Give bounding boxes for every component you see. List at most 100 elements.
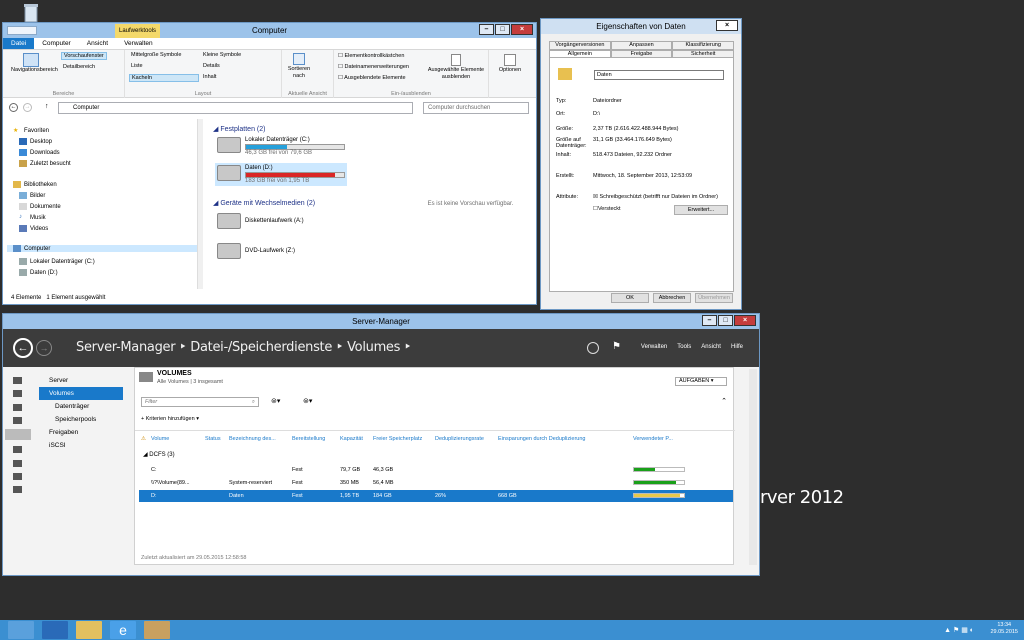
content-button[interactable]: Inhalt — [203, 74, 216, 80]
server-manager-taskbar-icon[interactable] — [42, 621, 68, 639]
forward-arrow-icon[interactable]: → — [36, 340, 52, 356]
tasks-dropdown[interactable]: AUFGABEN ▾ — [675, 377, 727, 386]
hide-selected-button[interactable]: Ausgewählte Elemente ausblenden — [426, 54, 486, 81]
search-input[interactable]: Computer durchsuchen — [423, 102, 529, 114]
nav-volumes[interactable]: Volumes — [39, 387, 123, 400]
nav-freigaben[interactable]: Freigaben — [39, 426, 123, 439]
print-icon[interactable] — [13, 460, 22, 467]
group-header-hdd[interactable]: ◢ Festplatten (2) — [213, 125, 265, 133]
list-view-icon[interactable]: ⊜▾ — [271, 397, 280, 405]
menu-tools[interactable]: Tools — [677, 344, 691, 350]
tab-verwalten[interactable]: Verwalten — [116, 38, 161, 49]
sm-breadcrumb[interactable]: Server-Manager ‣ Datei-/Speicherdienste … — [76, 340, 412, 355]
tab-datei[interactable]: Datei — [3, 38, 35, 49]
nav-data-d[interactable]: Daten (D:) — [19, 269, 58, 276]
volume-row[interactable]: \\?\Volume{89... System-reserviert Fest 350… — [139, 477, 733, 489]
extensions-toggle[interactable]: ☐ Dateinamenerweiterungen — [338, 64, 409, 70]
dashboard-icon[interactable] — [13, 377, 22, 384]
hidden-checkbox[interactable]: ☐ Versteckt — [593, 206, 621, 212]
tab-anpassen[interactable]: Anpassen — [610, 41, 673, 50]
back-arrow-icon[interactable]: ← — [13, 338, 33, 358]
small-icons-button[interactable]: Kleine Symbole — [203, 52, 241, 58]
recycle-bin-icon[interactable] — [20, 2, 42, 24]
nav-music[interactable]: ♪ Musik — [19, 214, 46, 221]
ad-icon[interactable] — [13, 417, 22, 424]
back-button[interactable]: ← — [9, 103, 18, 112]
nav-libraries[interactable]: Bibliotheken — [13, 181, 57, 188]
nav-favorites[interactable]: ★ Favoriten — [13, 127, 49, 135]
nav-recent[interactable]: Zuletzt besucht — [19, 160, 71, 167]
refresh-icon[interactable] — [587, 342, 599, 354]
group-view-icon[interactable]: ⊜▾ — [303, 397, 312, 405]
close-button[interactable]: × — [511, 24, 533, 35]
col-dedup-savings[interactable]: Einsparungen durch Deduplizierung — [498, 436, 585, 442]
filter-input[interactable]: Filter ⌕ — [141, 397, 259, 407]
tiles-button[interactable]: Kacheln — [129, 74, 199, 82]
sm-minimize-button[interactable]: – — [702, 315, 717, 326]
sort-button[interactable]: Sortieren nach — [286, 53, 312, 80]
properties-close-button[interactable]: × — [716, 20, 738, 31]
floppy-tile[interactable]: Diskettenlaufwerk (A:) — [217, 213, 304, 229]
nav-speicherpools[interactable]: Speicherpools — [39, 413, 123, 426]
tab-klassifizierung[interactable]: Klassifizierung — [672, 41, 735, 50]
all-servers-icon[interactable] — [13, 404, 22, 411]
apply-button[interactable]: Übernehmen — [695, 293, 733, 303]
tab-vorgaenger[interactable]: Vorgängerversionen — [549, 41, 611, 50]
rds-icon[interactable] — [13, 473, 22, 480]
advanced-button[interactable]: Erweitert... — [674, 205, 728, 215]
local-server-icon[interactable] — [13, 390, 22, 397]
tab-computer[interactable]: Computer — [34, 38, 79, 49]
volume-row[interactable]: D: Daten Fest 1,95 TB 184 GB 26% 668 GB — [139, 490, 733, 502]
minimize-button[interactable]: – — [479, 24, 494, 35]
nav-documents[interactable]: Dokumente — [19, 203, 61, 210]
cancel-button[interactable]: Abbrechen — [653, 293, 691, 303]
col-free-space[interactable]: Freier Speicherplatz — [373, 436, 422, 442]
nav-iscsi[interactable]: iSCSI — [39, 439, 123, 452]
volume-row[interactable]: C: Fest 79,7 GB 46,3 GB — [139, 464, 733, 476]
nav-computer[interactable]: Computer — [7, 245, 199, 252]
sm-close-button[interactable]: × — [734, 315, 756, 326]
nav-videos[interactable]: Videos — [19, 225, 48, 232]
col-provisioning[interactable]: Bereitstellung — [292, 436, 325, 442]
properties-titlebar[interactable]: Eigenschaften von Daten × — [541, 19, 741, 34]
options-button[interactable]: Optionen — [495, 54, 525, 73]
nav-scrollbar[interactable] — [197, 119, 203, 289]
tray-icons[interactable]: ▲ ⚑ ▦ ◐ — [944, 626, 974, 634]
explorer-taskbar-icon[interactable] — [76, 621, 102, 639]
file-services-icon[interactable] — [5, 429, 31, 440]
readonly-checkbox[interactable]: ☒ Schreibgeschützt (betrifft nur Dateien… — [593, 194, 718, 200]
ok-button[interactable]: OK — [611, 293, 649, 303]
nav-downloads[interactable]: Downloads — [19, 149, 60, 156]
dvd-tile[interactable]: DVD-Laufwerk (Z:) — [217, 243, 295, 259]
menu-verwalten[interactable]: Verwalten — [641, 344, 667, 350]
iis-icon[interactable] — [13, 446, 22, 453]
menu-ansicht[interactable]: Ansicht — [701, 344, 721, 350]
flag-icon[interactable]: ⚑ — [612, 341, 621, 352]
checkboxes-toggle[interactable]: ☐ Elementkontrollkästchen — [338, 53, 404, 59]
group-dcfs[interactable]: ◢ DCFS (3) — [143, 451, 175, 458]
col-dedup-rate[interactable]: Deduplizierungsrate — [435, 436, 484, 442]
col-volume[interactable]: Volume — [151, 436, 169, 442]
drive-c-tile[interactable]: Lokaler Datenträger (C:) 46,3 GB frei von… — [217, 137, 345, 156]
tools-taskbar-icon[interactable] — [144, 621, 170, 639]
nav-datentraeger[interactable]: Datenträger — [39, 400, 123, 413]
sm-titlebar[interactable]: Server-Manager – □ × — [3, 314, 759, 329]
ie-taskbar-icon[interactable]: e — [110, 621, 136, 639]
collapse-icon[interactable]: ⌃ — [721, 397, 727, 405]
nav-desktop[interactable]: Desktop — [19, 138, 52, 145]
menu-hilfe[interactable]: Hilfe — [731, 344, 743, 350]
preview-pane-button[interactable]: Vorschaufenster — [61, 52, 107, 60]
col-used-percent[interactable]: Verwendeter P... — [633, 436, 673, 442]
clock[interactable]: 13:34 29.05.2015 — [990, 622, 1018, 636]
mid-icons-button[interactable]: Mittelgroße Symbole — [131, 52, 181, 58]
nav-server[interactable]: Server — [39, 374, 123, 387]
forward-button[interactable]: → — [23, 103, 32, 112]
up-button[interactable]: ↑ — [45, 103, 49, 110]
add-criteria-button[interactable]: + Kriterien hinzufügen ▾ — [141, 416, 199, 422]
col-label[interactable]: Bezeichnung des... — [229, 436, 276, 442]
list-button[interactable]: Liste — [131, 63, 143, 69]
nav-local-c[interactable]: Lokaler Datenträger (C:) — [19, 258, 95, 265]
details-button[interactable]: Details — [203, 63, 220, 69]
wsus-icon[interactable] — [13, 486, 22, 493]
maximize-button[interactable]: □ — [495, 24, 510, 35]
